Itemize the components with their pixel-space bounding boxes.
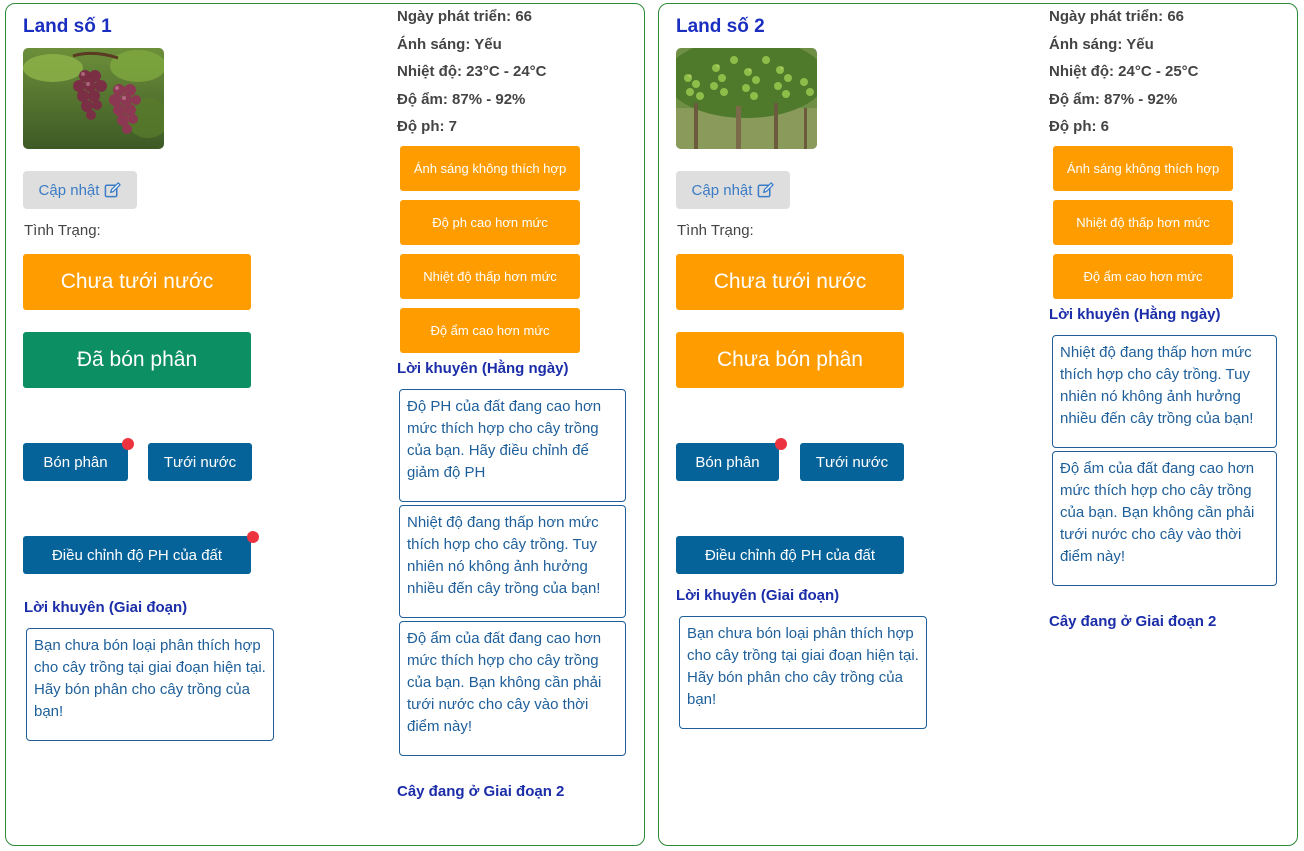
daily-advice-title: Lời khuyên (Hằng ngày) — [1049, 306, 1221, 323]
info-growth-days: Ngày phát triển: 66 — [1049, 8, 1185, 25]
fertilize-button[interactable]: Bón phân — [676, 443, 779, 481]
water-button[interactable]: Tưới nước — [148, 443, 252, 481]
land-image-orchard — [676, 48, 817, 149]
edit-icon — [105, 181, 122, 197]
adjust-ph-button[interactable]: Điều chỉnh độ PH của đất — [23, 536, 251, 574]
warning-ph: Độ ph cao hơn mức — [400, 200, 580, 245]
info-humidity: Độ ẩm: 87% - 92% — [397, 90, 526, 108]
adjust-ph-button[interactable]: Điều chỉnh độ PH của đất — [676, 536, 904, 574]
land-card-2: Land số 2 Cập nhật Tình Trạng: Chưa tưới… — [658, 3, 1298, 846]
info-light: Ánh sáng: Yếu — [397, 35, 502, 53]
info-ph: Độ ph: 6 — [1049, 118, 1109, 135]
update-label: Cập nhật — [38, 181, 100, 199]
fertilizer-status: Đã bón phân — [23, 332, 251, 388]
daily-advice-box: Nhiệt độ đang thấp hơn mức thích hợp cho… — [1052, 335, 1277, 448]
warning-humidity: Độ ẩm cao hơn mức — [400, 308, 580, 353]
stage-text: Cây đang ở Giai đoạn 2 — [397, 783, 565, 800]
info-ph: Độ ph: 7 — [397, 118, 457, 135]
stage-advice-box: Bạn chưa bón loại phân thích hợp cho cây… — [26, 628, 274, 741]
stage-advice-title: Lời khuyên (Giai đoạn) — [676, 587, 840, 604]
warning-light: Ánh sáng không thích hợp — [1053, 146, 1233, 191]
stage-advice-title: Lời khuyên (Giai đoạn) — [24, 599, 188, 616]
stage-text: Cây đang ở Giai đoạn 2 — [1049, 613, 1217, 630]
status-label: Tình Trạng: — [24, 222, 101, 239]
daily-advice-box: Độ ẩm của đất đang cao hơn mức thích hợp… — [399, 621, 626, 756]
notification-dot — [122, 438, 134, 450]
update-button[interactable]: Cập nhật — [23, 171, 137, 209]
update-label: Cập nhật — [691, 181, 753, 199]
daily-advice-box: Độ ẩm của đất đang cao hơn mức thích hợp… — [1052, 451, 1277, 586]
info-list: Ngày phát triển: 66 Ánh sáng: Yếu Nhiệt … — [1049, 3, 1199, 141]
warning-temperature: Nhiệt độ thấp hơn mức — [1053, 200, 1233, 245]
warning-light: Ánh sáng không thích hợp — [400, 146, 580, 191]
warning-temperature: Nhiệt độ thấp hơn mức — [400, 254, 580, 299]
edit-icon — [758, 181, 775, 197]
info-temperature: Nhiệt độ: 23°C - 24°C — [397, 63, 547, 80]
update-button[interactable]: Cập nhật — [676, 171, 790, 209]
daily-advice-box: Nhiệt độ đang thấp hơn mức thích hợp cho… — [399, 505, 626, 618]
watering-status: Chưa tưới nước — [676, 254, 904, 310]
land-title: Land số 1 — [23, 16, 112, 37]
info-light: Ánh sáng: Yếu — [1049, 35, 1154, 53]
fertilizer-status: Chưa bón phân — [676, 332, 904, 388]
notification-dot — [775, 438, 787, 450]
watering-status: Chưa tưới nước — [23, 254, 251, 310]
water-button[interactable]: Tưới nước — [800, 443, 904, 481]
fertilize-button[interactable]: Bón phân — [23, 443, 128, 481]
land-image-grapes — [23, 48, 164, 149]
warning-humidity: Độ ẩm cao hơn mức — [1053, 254, 1233, 299]
info-temperature: Nhiệt độ: 24°C - 25°C — [1049, 63, 1199, 80]
info-humidity: Độ ẩm: 87% - 92% — [1049, 90, 1178, 108]
info-list: Ngày phát triển: 66 Ánh sáng: Yếu Nhiệt … — [397, 3, 547, 141]
info-growth-days: Ngày phát triển: 66 — [397, 8, 533, 25]
status-label: Tình Trạng: — [677, 222, 754, 239]
land-title: Land số 2 — [676, 16, 765, 37]
daily-advice-box: Độ PH của đất đang cao hơn mức thích hợp… — [399, 389, 626, 502]
land-card-1: Land số 1 Cập nhật Tình Trạng: Chưa tưới… — [5, 3, 645, 846]
notification-dot — [247, 531, 259, 543]
stage-advice-box: Bạn chưa bón loại phân thích hợp cho cây… — [679, 616, 927, 729]
daily-advice-title: Lời khuyên (Hằng ngày) — [397, 360, 569, 377]
